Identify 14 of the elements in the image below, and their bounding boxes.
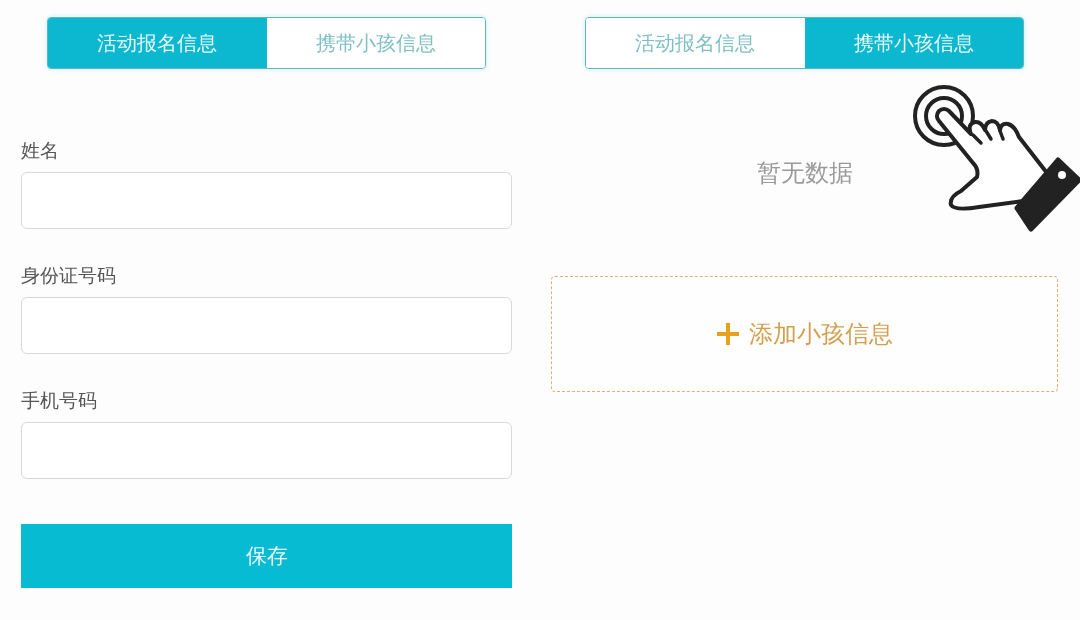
field-label: 姓名 bbox=[21, 138, 59, 162]
input-field[interactable] bbox=[21, 422, 512, 479]
tab[interactable]: 携带小孩信息 bbox=[266, 18, 485, 68]
add-child-button[interactable]: 添加小孩信息 bbox=[551, 276, 1058, 392]
field-label: 身份证号码 bbox=[21, 263, 116, 287]
input-field[interactable] bbox=[21, 172, 512, 229]
input-field[interactable] bbox=[21, 297, 512, 354]
empty-message: 暂无数据 bbox=[756, 158, 853, 188]
tab[interactable]: 活动报名信息 bbox=[586, 18, 805, 68]
field-label: 手机号码 bbox=[21, 388, 97, 412]
save-button[interactable]: 保存 bbox=[21, 524, 512, 588]
plus-icon bbox=[716, 323, 739, 345]
tab[interactable]: 活动报名信息 bbox=[48, 18, 267, 68]
tab[interactable]: 携带小孩信息 bbox=[804, 18, 1023, 68]
